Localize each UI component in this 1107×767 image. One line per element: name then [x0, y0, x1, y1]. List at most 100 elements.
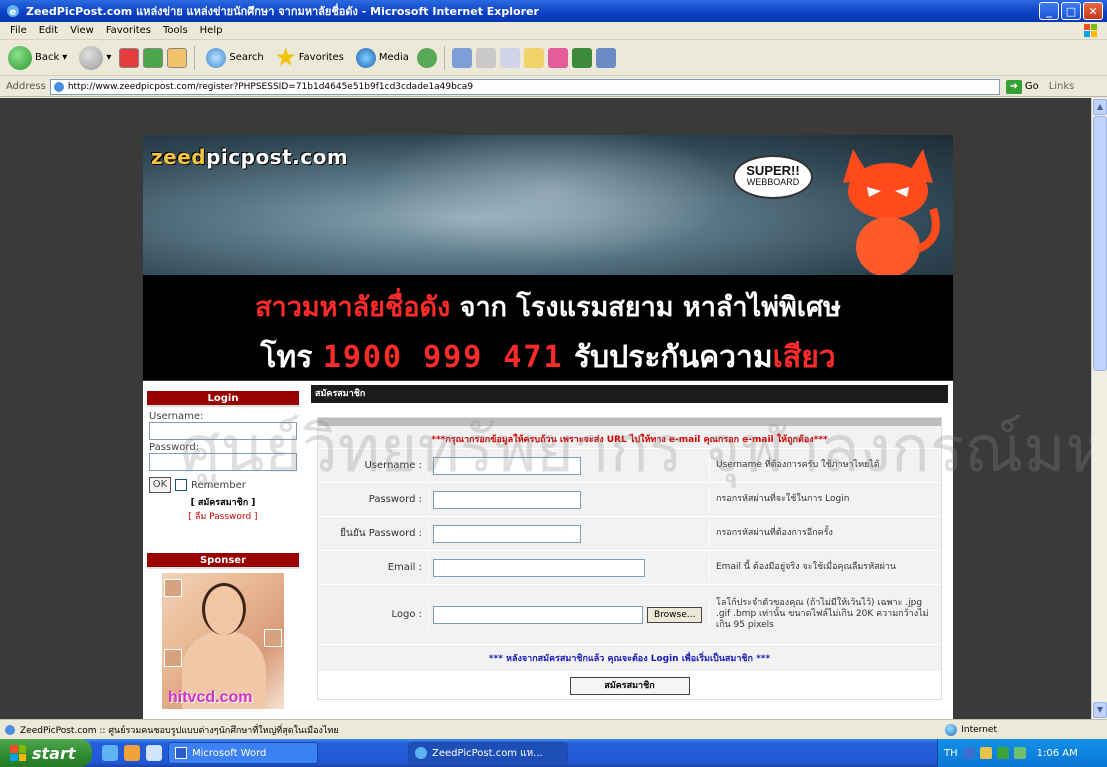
- word-icon: [175, 747, 187, 759]
- register-link[interactable]: [ สมัครสมาชิก ]: [149, 495, 297, 509]
- banner-graphic: zeedpicpost.com SUPER!! WEBBOARD: [143, 135, 953, 275]
- address-url: http://www.zeedpicpost.com/register?PHPS…: [67, 81, 474, 92]
- address-input[interactable]: http://www.zeedpicpost.com/register?PHPS…: [49, 78, 1000, 95]
- mail-icon[interactable]: [451, 47, 472, 68]
- internet-globe-icon: [945, 723, 958, 736]
- scroll-down-icon[interactable]: ▼: [1093, 702, 1107, 718]
- menu-bar: File Edit View Favorites Tools Help: [0, 22, 1107, 40]
- register-notice: ***กรุณากรอกข้อมูลให้ครบถ้วน เพราะจะส่ง …: [431, 435, 828, 445]
- vertical-scrollbar[interactable]: ▲ ▼: [1091, 98, 1107, 719]
- username-label: Username:: [149, 411, 204, 422]
- print-icon[interactable]: [475, 47, 496, 68]
- remember-checkbox[interactable]: [175, 479, 187, 491]
- field-label: Logo :: [391, 609, 422, 620]
- sponsor-box: Sponser hitvcd.com: [147, 553, 299, 709]
- ad-thumbnail: [164, 579, 182, 597]
- menu-file[interactable]: File: [4, 25, 33, 36]
- desktop-quicklaunch-icon[interactable]: [146, 745, 162, 761]
- taskbar-item-ie[interactable]: ZeedPicPost.com แห...: [408, 742, 568, 764]
- folder-icon[interactable]: [523, 47, 544, 68]
- back-button[interactable]: Back ▾: [4, 44, 71, 72]
- security-icon[interactable]: [996, 747, 1009, 759]
- minimize-button[interactable]: _: [1039, 2, 1059, 20]
- network-icon[interactable]: [962, 747, 975, 759]
- menu-tools[interactable]: Tools: [157, 25, 194, 36]
- clock: 1:06 AM: [1036, 747, 1078, 759]
- password-label: Password:: [149, 442, 200, 453]
- language-indicator[interactable]: TH: [944, 748, 958, 759]
- register-heading: สมัครสมาชิก: [311, 385, 948, 403]
- phone-suffix: รับประกันความ: [563, 340, 773, 375]
- status-text: ZeedPicPost.com :: ศูนย์รวมคนชอบรูปแบบต่…: [20, 725, 339, 736]
- register-submit-button[interactable]: สมัครสมาชิก: [569, 677, 690, 695]
- ie-quicklaunch-icon[interactable]: [102, 745, 118, 761]
- after-register-note: *** หลังจากสมัครสมาชิกแล้ว คุณจะต้อง Log…: [318, 644, 941, 671]
- username-input[interactable]: [433, 456, 581, 475]
- maximize-button[interactable]: □: [1061, 2, 1081, 20]
- headline-red: สาวมหาลัยชื่อดัง: [255, 292, 451, 323]
- banner-headline: สาวมหาลัยชื่อดัง จาก โรงแรมสยาม หาลำไพ่พ…: [143, 285, 953, 328]
- stop-icon[interactable]: [119, 47, 140, 68]
- start-button[interactable]: start: [0, 739, 92, 767]
- email-input[interactable]: [433, 558, 645, 577]
- quick-launch: [102, 745, 162, 761]
- close-button[interactable]: ✕: [1083, 2, 1103, 20]
- ad-thumbnail: [264, 629, 282, 647]
- remember-label: Remember: [191, 479, 246, 491]
- headline-white: จาก โรงแรมสยาม หาลำไพ่พิเศษ: [450, 292, 841, 323]
- scroll-thumb[interactable]: [1093, 116, 1107, 371]
- status-bar: ZeedPicPost.com :: ศูนย์รวมคนชอบรูปแบบต่…: [0, 719, 1107, 739]
- security-zone: Internet: [945, 723, 997, 736]
- sponsor-ad-image[interactable]: hitvcd.com: [162, 573, 284, 709]
- menu-favorites[interactable]: Favorites: [100, 25, 157, 36]
- system-tray: TH 1:06 AM: [937, 739, 1107, 767]
- back-arrow-icon: [8, 45, 32, 70]
- login-username-input[interactable]: [149, 422, 297, 440]
- media-button[interactable]: Media: [352, 46, 413, 70]
- form-row-username: Username : Username ที่ต้องการครับ ใช้ภา…: [318, 448, 941, 482]
- edit-icon[interactable]: [499, 47, 520, 68]
- site-banner: zeedpicpost.com SUPER!! WEBBOARD สาวมหาล…: [143, 135, 953, 380]
- logo-file-input[interactable]: [433, 605, 643, 624]
- windows-logo-icon: [1084, 24, 1097, 37]
- ie-task-icon: [415, 747, 427, 759]
- favorites-button[interactable]: Favorites: [272, 46, 348, 70]
- volume-icon[interactable]: [979, 747, 992, 759]
- webboard-text: WEBBOARD: [746, 177, 800, 187]
- field-label: Username :: [364, 460, 422, 471]
- super-webboard-bubble: SUPER!! WEBBOARD: [733, 155, 813, 199]
- login-password-input[interactable]: [149, 453, 297, 471]
- password-input[interactable]: [433, 490, 581, 509]
- messenger-icon[interactable]: [547, 47, 568, 68]
- scroll-up-icon[interactable]: ▲: [1093, 99, 1107, 115]
- internet-explorer-icon: e: [7, 5, 19, 18]
- toolbar-separator: [443, 45, 445, 70]
- home-icon[interactable]: [167, 47, 188, 68]
- research-icon[interactable]: [571, 47, 592, 68]
- task-label: ZeedPicPost.com แห...: [432, 747, 543, 759]
- browse-button[interactable]: Browse...: [647, 606, 703, 623]
- windows-flag-icon: [10, 745, 26, 761]
- search-button[interactable]: Search: [202, 46, 267, 70]
- site-logo[interactable]: zeedpicpost.com: [151, 145, 348, 169]
- messenger-tray-icon[interactable]: [1013, 747, 1026, 759]
- forward-button[interactable]: ▾: [75, 44, 115, 72]
- menu-help[interactable]: Help: [194, 25, 229, 36]
- menu-edit[interactable]: Edit: [33, 25, 64, 36]
- red-cat-mascot-icon: [843, 149, 940, 275]
- banner-glass-art: [343, 135, 763, 275]
- media-quicklaunch-icon[interactable]: [124, 745, 140, 761]
- history-icon[interactable]: [416, 47, 437, 68]
- menu-view[interactable]: View: [64, 25, 100, 36]
- taskbar-item-word[interactable]: Microsoft Word: [168, 742, 318, 764]
- confirm-password-input[interactable]: [433, 524, 581, 543]
- links-button[interactable]: Links: [1049, 81, 1075, 92]
- field-label: Password :: [368, 494, 422, 505]
- forgot-password-link[interactable]: [ ลืม Password ]: [149, 509, 297, 523]
- refresh-icon[interactable]: [143, 47, 164, 68]
- login-ok-button[interactable]: OK: [149, 477, 171, 493]
- go-button[interactable]: ➜ Go: [1005, 79, 1039, 94]
- back-label: Back: [35, 52, 60, 63]
- field-label: Email :: [387, 562, 422, 573]
- tool-icon[interactable]: [595, 47, 616, 68]
